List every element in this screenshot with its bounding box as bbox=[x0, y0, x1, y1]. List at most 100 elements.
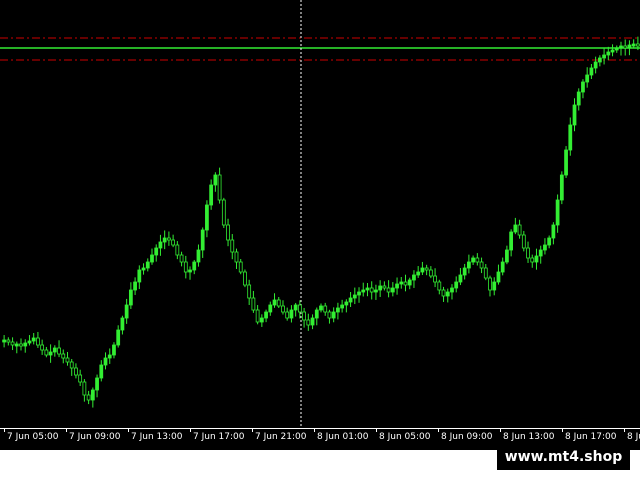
candle-body bbox=[390, 287, 395, 293]
time-tick-mark bbox=[500, 428, 501, 432]
candle-body bbox=[268, 304, 273, 313]
candle-body bbox=[538, 249, 543, 257]
time-tick-mark bbox=[438, 428, 439, 432]
candle-body bbox=[276, 299, 281, 307]
candlestick-chart[interactable] bbox=[0, 0, 640, 428]
candle-body bbox=[158, 241, 163, 249]
candle-body bbox=[597, 57, 602, 63]
candle-body bbox=[412, 274, 416, 281]
candle-body bbox=[221, 199, 226, 226]
candle-body bbox=[471, 257, 475, 263]
candle-body bbox=[606, 51, 611, 56]
candle-body bbox=[23, 342, 28, 347]
candle-body bbox=[65, 357, 70, 363]
candle-body bbox=[492, 281, 497, 291]
candle-body bbox=[631, 43, 636, 47]
candle-body bbox=[86, 394, 91, 401]
candle-body bbox=[69, 361, 74, 369]
candle-body bbox=[437, 281, 442, 291]
candle-body bbox=[171, 239, 175, 246]
candle-body bbox=[6, 339, 11, 343]
watermark-logo: www.mt4.shop bbox=[497, 444, 630, 470]
candle-body bbox=[352, 294, 357, 299]
candle-body bbox=[36, 337, 40, 346]
candle-body bbox=[610, 49, 615, 53]
candle-body bbox=[336, 307, 340, 313]
candle-body bbox=[467, 261, 471, 269]
time-tick-mark bbox=[66, 428, 67, 432]
candle-body bbox=[175, 244, 180, 256]
candle-body bbox=[272, 299, 277, 306]
candle-body bbox=[602, 54, 606, 59]
candle-body bbox=[285, 311, 290, 319]
candle-body bbox=[319, 305, 323, 311]
candle-body bbox=[331, 311, 336, 319]
candle-body bbox=[74, 367, 78, 376]
candle-body bbox=[128, 289, 133, 306]
candle-body bbox=[124, 304, 129, 319]
candle-body bbox=[428, 269, 433, 277]
candle-body bbox=[416, 271, 421, 276]
candle-body bbox=[433, 275, 437, 283]
candle-body bbox=[82, 381, 87, 396]
candle-body bbox=[441, 289, 446, 297]
candle-body bbox=[348, 297, 353, 303]
candle-body bbox=[90, 389, 95, 401]
candle-body bbox=[450, 287, 454, 293]
time-tick-mark bbox=[624, 428, 625, 432]
candle-body bbox=[234, 251, 239, 263]
candle-body bbox=[551, 224, 556, 239]
candle-body bbox=[40, 344, 45, 351]
candle-body bbox=[369, 287, 374, 293]
candle-body bbox=[145, 261, 150, 269]
time-tick-label: 8 Jun 21:00 bbox=[627, 432, 640, 442]
candle-body bbox=[226, 224, 230, 241]
candle-body bbox=[344, 301, 349, 306]
price-chart[interactable] bbox=[0, 0, 640, 428]
candle-body bbox=[559, 174, 564, 201]
time-tick-mark bbox=[562, 428, 563, 432]
candle-body bbox=[568, 124, 573, 151]
candle-body bbox=[526, 247, 530, 259]
candle-body bbox=[555, 199, 560, 226]
candle-body bbox=[403, 281, 408, 286]
candle-body bbox=[483, 267, 488, 279]
candle-body bbox=[572, 104, 577, 126]
candle-body bbox=[581, 81, 585, 93]
candle-body bbox=[302, 311, 306, 321]
candle-body bbox=[133, 281, 137, 291]
candle-body bbox=[188, 269, 192, 273]
time-tick-label: 8 Jun 13:00 bbox=[503, 432, 555, 442]
time-tick-mark bbox=[4, 428, 5, 432]
candle-body bbox=[488, 277, 492, 291]
time-tick-label: 8 Jun 17:00 bbox=[565, 432, 617, 442]
candle-body bbox=[243, 271, 247, 286]
candle-body bbox=[576, 91, 581, 106]
candle-body bbox=[150, 254, 154, 263]
candle-body bbox=[141, 267, 146, 271]
candle-body bbox=[547, 237, 552, 246]
candle-body bbox=[445, 291, 450, 297]
candle-body bbox=[323, 305, 328, 313]
time-tick-mark bbox=[376, 428, 377, 432]
candle-body bbox=[293, 304, 298, 311]
candle-body bbox=[57, 347, 61, 355]
time-tick-label: 8 Jun 05:00 bbox=[379, 432, 431, 442]
candle-body bbox=[496, 271, 501, 283]
candle-body bbox=[589, 67, 594, 76]
candle-body bbox=[217, 174, 222, 201]
candle-body bbox=[619, 45, 623, 49]
time-tick-label: 8 Jun 01:00 bbox=[317, 432, 369, 442]
candle-body bbox=[386, 287, 391, 293]
candle-body bbox=[99, 364, 104, 379]
time-tick-label: 7 Jun 09:00 bbox=[69, 432, 121, 442]
candle-body bbox=[310, 317, 315, 326]
candle-body bbox=[179, 254, 184, 263]
candle-body bbox=[14, 343, 19, 347]
candle-body bbox=[289, 309, 294, 319]
candle-body bbox=[297, 304, 302, 313]
candle-body bbox=[247, 284, 252, 299]
candle-body bbox=[378, 285, 383, 291]
candle-body bbox=[306, 319, 311, 326]
candle-body bbox=[192, 261, 197, 271]
